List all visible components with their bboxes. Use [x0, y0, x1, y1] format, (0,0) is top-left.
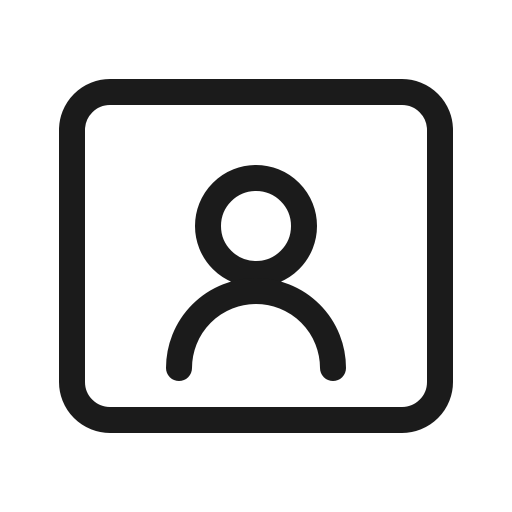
icon-canvas	[0, 0, 512, 512]
user-profile-icon	[59, 79, 453, 433]
frame-rect	[59, 79, 453, 433]
shoulders-arc	[166, 278, 346, 381]
head-circle	[195, 165, 317, 287]
